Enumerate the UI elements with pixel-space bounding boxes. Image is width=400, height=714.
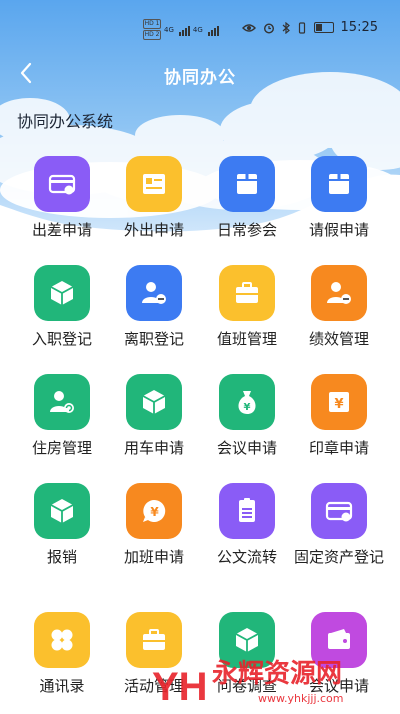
watermark-text: 永辉资源网	[212, 659, 342, 689]
app-tile[interactable]	[219, 483, 275, 539]
app-item[interactable]: 出差申请	[16, 156, 108, 241]
app-tile[interactable]	[219, 156, 275, 212]
app-label: 会议申请	[216, 439, 277, 457]
yen-chat-icon: ¥	[139, 496, 169, 526]
document-icon	[232, 496, 262, 526]
id-card-icon	[139, 169, 169, 199]
app-label: 通讯录	[39, 677, 85, 695]
cube-icon	[139, 387, 169, 417]
app-label: 固定资产登记	[293, 548, 384, 566]
app-item[interactable]: 日常参会	[201, 156, 293, 241]
app-tile[interactable]	[311, 483, 367, 539]
app-label: 日常参会	[216, 221, 277, 239]
app-item[interactable]: 用车申请	[108, 374, 200, 459]
app-item[interactable]: ¥ 会议申请	[201, 374, 293, 459]
app-label: 请假申请	[308, 221, 369, 239]
watermark-url: www.yhkjjj.com	[258, 692, 344, 705]
app-tile[interactable]	[219, 265, 275, 321]
svg-text:¥: ¥	[244, 402, 251, 413]
app-item[interactable]: 通讯录	[16, 612, 108, 697]
app-item[interactable]: 入职登记	[16, 265, 108, 350]
app-item[interactable]: 值班管理	[201, 265, 293, 350]
app-item[interactable]: 固定资产登记	[293, 483, 385, 568]
app-tile[interactable]: ¥	[219, 374, 275, 430]
app-tile[interactable]	[311, 265, 367, 321]
app-label: 外出申请	[123, 221, 184, 239]
watermark-logo: YH	[152, 665, 208, 709]
svg-text:¥: ¥	[334, 397, 343, 412]
app-label: 绩效管理	[308, 330, 369, 348]
app-grid: 出差申请 外出申请 日常参会 请假申请入职登记 离职登记 值班管理 绩效管理住房管理 用车申请…	[0, 0, 400, 711]
app-item[interactable]: ¥ 印章申请	[293, 374, 385, 459]
app-label: 加班申请	[123, 548, 184, 566]
app-tile[interactable]	[34, 374, 90, 430]
box-icon	[232, 169, 262, 199]
app-tile[interactable]	[34, 612, 90, 668]
yen-square-icon: ¥	[324, 387, 354, 417]
app-item[interactable]: 离职登记	[108, 265, 200, 350]
app-label: 公文流转	[216, 548, 277, 566]
app-label: 用车申请	[123, 439, 184, 457]
app-label: 值班管理	[216, 330, 277, 348]
app-tile[interactable]	[126, 265, 182, 321]
app-item[interactable]: 外出申请	[108, 156, 200, 241]
cube-icon	[47, 496, 77, 526]
app-label: 印章申请	[308, 439, 369, 457]
app-label: 离职登记	[123, 330, 184, 348]
svg-text:¥: ¥	[150, 505, 159, 519]
app-item[interactable]: ¥ 加班申请	[108, 483, 200, 568]
travel-card-icon	[47, 169, 77, 199]
app-label: 住房管理	[31, 439, 92, 457]
user-remove-icon	[324, 278, 354, 308]
app-tile[interactable]	[126, 374, 182, 430]
user-refresh-icon	[47, 387, 77, 417]
app-tile[interactable]: ¥	[126, 483, 182, 539]
box-icon	[324, 169, 354, 199]
app-item[interactable]: 请假申请	[293, 156, 385, 241]
clover-icon	[47, 625, 77, 655]
app-tile[interactable]	[126, 156, 182, 212]
app-label: 入职登记	[31, 330, 92, 348]
money-bag-icon: ¥	[232, 387, 262, 417]
app-tile[interactable]	[34, 265, 90, 321]
app-tile[interactable]	[34, 483, 90, 539]
app-label: 出差申请	[31, 221, 92, 239]
briefcase-icon	[232, 278, 262, 308]
app-tile[interactable]	[311, 156, 367, 212]
travel-card-icon	[324, 496, 354, 526]
app-label: 报销	[46, 548, 77, 566]
watermark: YH 永辉资源网 www.yhkjjj.com	[150, 650, 400, 710]
app-item[interactable]: 绩效管理	[293, 265, 385, 350]
user-remove-icon	[139, 278, 169, 308]
app-tile[interactable]	[34, 156, 90, 212]
app-item[interactable]: 住房管理	[16, 374, 108, 459]
app-tile[interactable]: ¥	[311, 374, 367, 430]
app-item[interactable]: 报销	[16, 483, 108, 568]
cube-icon	[47, 278, 77, 308]
app-item[interactable]: 公文流转	[201, 483, 293, 568]
